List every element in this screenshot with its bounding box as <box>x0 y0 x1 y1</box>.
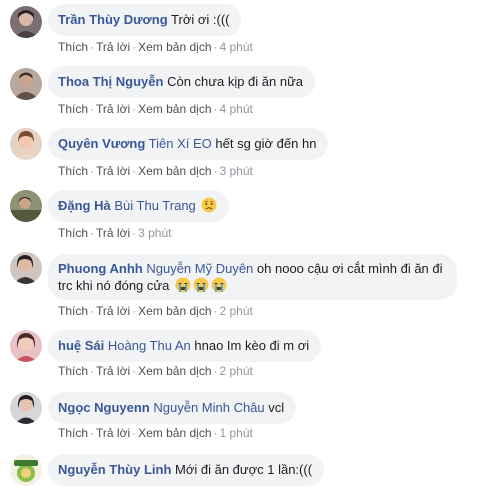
translate-link[interactable]: Xem bản dịch <box>138 304 211 318</box>
timestamp[interactable]: 2 phút <box>220 364 253 378</box>
comment-actions: Thích · Trả lời · Xem bản dịch · 4 phút <box>58 102 253 116</box>
like-link[interactable]: Thích <box>58 426 88 440</box>
separator: · <box>213 426 218 440</box>
avatar[interactable] <box>10 68 42 100</box>
timestamp[interactable]: 1 phút <box>220 426 253 440</box>
timestamp[interactable]: 3 phút <box>220 164 253 178</box>
separator: · <box>213 102 218 116</box>
translate-link[interactable]: Xem bản dịch <box>138 426 211 440</box>
comment-author-link[interactable]: Nguyễn Thùy Linh <box>58 462 171 477</box>
translate-link[interactable]: Xem bản dịch <box>138 102 211 116</box>
reply-link[interactable]: Trả lời <box>96 426 130 440</box>
comment-actions: Thích · Trả lời · Xem bản dịch · 2 phút <box>58 364 253 378</box>
comment-actions: Thích · Trả lời · Xem bản dịch · 4 phút <box>58 40 253 54</box>
like-link[interactable]: Thích <box>58 304 88 318</box>
separator: · <box>213 304 218 318</box>
translate-link[interactable]: Xem bản dịch <box>138 164 211 178</box>
mention-link[interactable]: Nguyễn Mỹ Duyên <box>146 261 253 276</box>
separator: · <box>132 226 137 240</box>
separator: · <box>90 304 95 318</box>
comment-text: Mới đi ăn được 1 lần:((( <box>175 462 313 477</box>
reply-link[interactable]: Trả lời <box>96 164 130 178</box>
comment-author-link[interactable]: Trần Thùy Dương <box>58 12 168 27</box>
comment-text: Trời ơi :((( <box>171 12 230 27</box>
worried-face-emoji-icon <box>201 197 217 213</box>
comment-bubble: Ngọc Nguyenn Nguyễn Minh Châu vcl <box>48 392 297 424</box>
comment-author-link[interactable]: Quyên Vương <box>58 136 145 151</box>
separator: · <box>132 164 137 178</box>
separator: · <box>90 226 95 240</box>
separator: · <box>132 426 137 440</box>
comment-text-line-2: trc khi nó đóng cửa <box>58 278 170 293</box>
comment-author-link[interactable]: Thoa Thị Nguyễn <box>58 74 163 89</box>
like-link[interactable]: Thích <box>58 40 88 54</box>
separator: · <box>90 102 95 116</box>
separator: · <box>213 40 218 54</box>
timestamp[interactable]: 3 phút <box>138 226 171 240</box>
timestamp[interactable]: 4 phút <box>220 40 253 54</box>
comment-text: vcl <box>268 400 285 415</box>
avatar[interactable] <box>10 128 42 160</box>
comment-author-link[interactable]: Phuong Anhh <box>58 261 143 276</box>
like-link[interactable]: Thích <box>58 226 88 240</box>
reply-link[interactable]: Trả lời <box>96 102 130 116</box>
comment-bubble: Trần Thùy Dương Trời ơi :((( <box>48 4 242 36</box>
like-link[interactable]: Thích <box>58 164 88 178</box>
separator: · <box>90 426 95 440</box>
mention-link[interactable]: Hoàng Thu An <box>108 338 191 353</box>
reply-link[interactable]: Trả lời <box>96 226 130 240</box>
comment-bubble: Đặng Hà Bùi Thu Trang <box>48 190 230 222</box>
separator: · <box>132 304 137 318</box>
like-link[interactable]: Thích <box>58 102 88 116</box>
avatar[interactable] <box>10 6 42 38</box>
reply-link[interactable]: Trả lời <box>96 40 130 54</box>
avatar[interactable] <box>10 190 42 222</box>
comment-author-link[interactable]: Ngọc Nguyenn <box>58 400 150 415</box>
separator: · <box>90 40 95 54</box>
separator: · <box>132 40 137 54</box>
translate-link[interactable]: Xem bản dịch <box>138 40 211 54</box>
comment-actions: Thích · Trả lời · Xem bản dịch · 1 phút <box>58 426 253 440</box>
translate-link[interactable]: Xem bản dịch <box>138 364 211 378</box>
reply-link[interactable]: Trả lời <box>96 304 130 318</box>
reply-link[interactable]: Trả lời <box>96 364 130 378</box>
avatar[interactable] <box>10 252 42 284</box>
timestamp[interactable]: 4 phút <box>220 102 253 116</box>
crying-face-emoji-icon <box>193 277 209 293</box>
separator: · <box>132 102 137 116</box>
mention-link[interactable]: Bùi Thu Trang <box>114 198 195 213</box>
separator: · <box>132 364 137 378</box>
comment-text: oh nooo cậu ơi cắt mình đi ăn đi <box>256 261 443 276</box>
avatar[interactable] <box>10 454 42 486</box>
comment-text: Còn chưa kịp đi ăn nữa <box>167 74 304 89</box>
timestamp[interactable]: 2 phút <box>220 304 253 318</box>
separator: · <box>90 364 95 378</box>
mention-link[interactable]: Tiên Xí EO <box>149 136 212 151</box>
comment-text: hết sg giờ đến hn <box>215 136 317 151</box>
comment-bubble: Quyên Vương Tiên Xí EO hết sg giờ đến hn <box>48 128 329 160</box>
comment-actions: Thích · Trả lời · 3 phút <box>58 226 171 240</box>
separator: · <box>213 364 218 378</box>
avatar[interactable] <box>10 330 42 362</box>
avatar[interactable] <box>10 392 42 424</box>
comment-bubble: Nguyễn Thùy Linh Mới đi ăn được 1 lần:((… <box>48 454 325 486</box>
crying-face-emoji-icon <box>175 277 191 293</box>
separator: · <box>213 164 218 178</box>
crying-face-emoji-icon <box>211 277 227 293</box>
comment-author-link[interactable]: huệ Sái <box>58 338 104 353</box>
comment-actions: Thích · Trả lời · Xem bản dịch · 2 phút <box>58 304 253 318</box>
comment-author-link[interactable]: Đặng Hà <box>58 198 111 213</box>
comment-bubble: Thoa Thị Nguyễn Còn chưa kịp đi ăn nữa <box>48 66 316 98</box>
comment-bubble: huệ Sái Hoàng Thu An hnao Im kèo đi m ơi <box>48 330 322 362</box>
comment-text: hnao Im kèo đi m ơi <box>194 338 310 353</box>
comment-actions: Thích · Trả lời · Xem bản dịch · 3 phút <box>58 164 253 178</box>
mention-link[interactable]: Nguyễn Minh Châu <box>153 400 264 415</box>
like-link[interactable]: Thích <box>58 364 88 378</box>
comment-bubble: Phuong Anhh Nguyễn Mỹ Duyên oh nooo cậu … <box>48 254 457 300</box>
separator: · <box>90 164 95 178</box>
